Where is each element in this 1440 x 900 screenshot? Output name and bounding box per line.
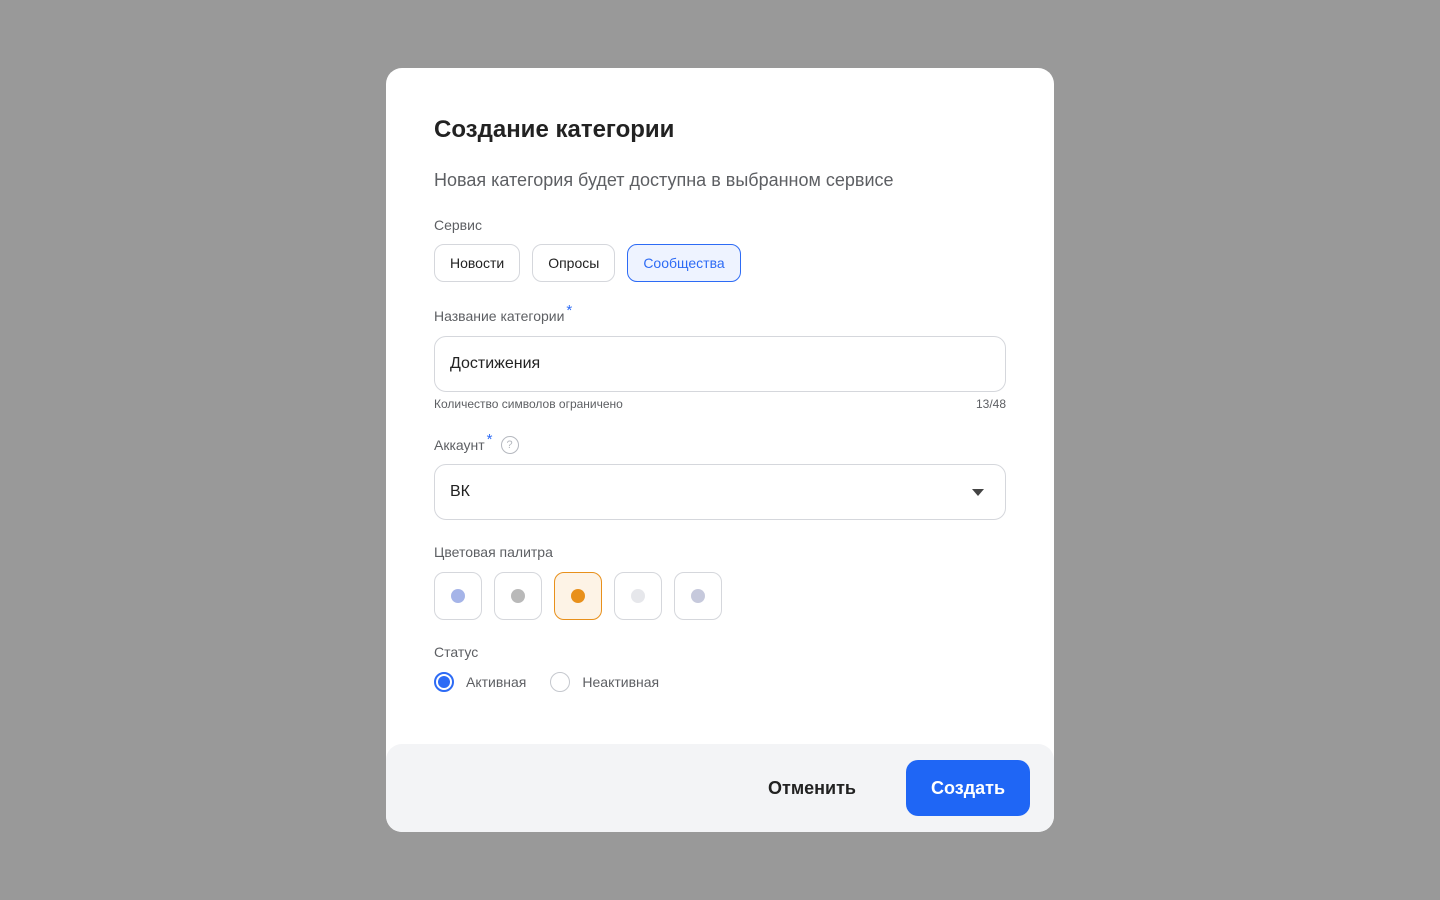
status-option-inactive[interactable]: Неактивная (550, 672, 659, 692)
account-select-value: ВК (450, 483, 470, 500)
color-swatch-lavender[interactable] (674, 572, 722, 620)
character-counter: 13/48 (975, 397, 1006, 411)
color-swatch-orange[interactable] (554, 572, 602, 620)
category-name-hint-row: Количество символов ограничено 13/48 (434, 397, 1006, 411)
caret-down-icon (972, 488, 984, 496)
service-label: Сервис (434, 217, 482, 233)
color-palette (434, 572, 722, 620)
cancel-button[interactable]: Отменить (748, 760, 876, 816)
color-dot (691, 589, 705, 603)
required-asterisk: * (486, 430, 493, 448)
status-option-active[interactable]: Активная (434, 672, 526, 692)
color-palette-label: Цветовая палитра (434, 544, 553, 560)
required-asterisk: * (566, 302, 573, 319)
dialog-title: Создание категории (434, 116, 675, 143)
service-chip-group: Новости Опросы Сообщества (434, 244, 741, 282)
dialog-footer: Отменить Создать (386, 744, 1054, 832)
account-label-text: Аккаунт (434, 437, 485, 453)
color-dot (631, 589, 645, 603)
status-label: Статус (434, 644, 479, 660)
radio-button[interactable] (550, 672, 571, 692)
color-swatch-gray[interactable] (494, 572, 542, 620)
create-button[interactable]: Создать (906, 760, 1030, 816)
category-name-input[interactable]: Достижения (434, 336, 1006, 392)
service-chip-polls[interactable]: Опросы (532, 244, 616, 282)
create-category-dialog: Создание категории Новая категория будет… (386, 68, 1054, 832)
status-radio-group: Активная Неактивная (434, 672, 659, 692)
category-name-label-text: Название категории (434, 308, 565, 324)
category-name-label: Название категории * (434, 302, 572, 325)
character-limit-hint: Количество символов ограничено (434, 397, 623, 411)
color-swatch-light-gray[interactable] (614, 572, 662, 620)
account-label: Аккаунт * ? (434, 431, 519, 454)
service-chip-communities[interactable]: Сообщества (627, 244, 741, 282)
color-dot (451, 589, 465, 603)
question-circle-icon[interactable]: ? (500, 436, 519, 454)
category-name-value: Достижения (450, 355, 541, 372)
service-chip-news[interactable]: Новости (434, 244, 521, 282)
radio-button-checked[interactable] (434, 672, 454, 692)
color-dot (511, 589, 525, 603)
account-select[interactable]: ВК (434, 464, 1006, 520)
color-dot (571, 589, 585, 603)
dialog-subtitle: Новая категория будет доступна в выбранн… (434, 170, 894, 190)
status-option-label: Активная (466, 674, 527, 690)
color-swatch-blue[interactable] (434, 572, 482, 620)
status-option-label: Неактивная (582, 674, 660, 690)
